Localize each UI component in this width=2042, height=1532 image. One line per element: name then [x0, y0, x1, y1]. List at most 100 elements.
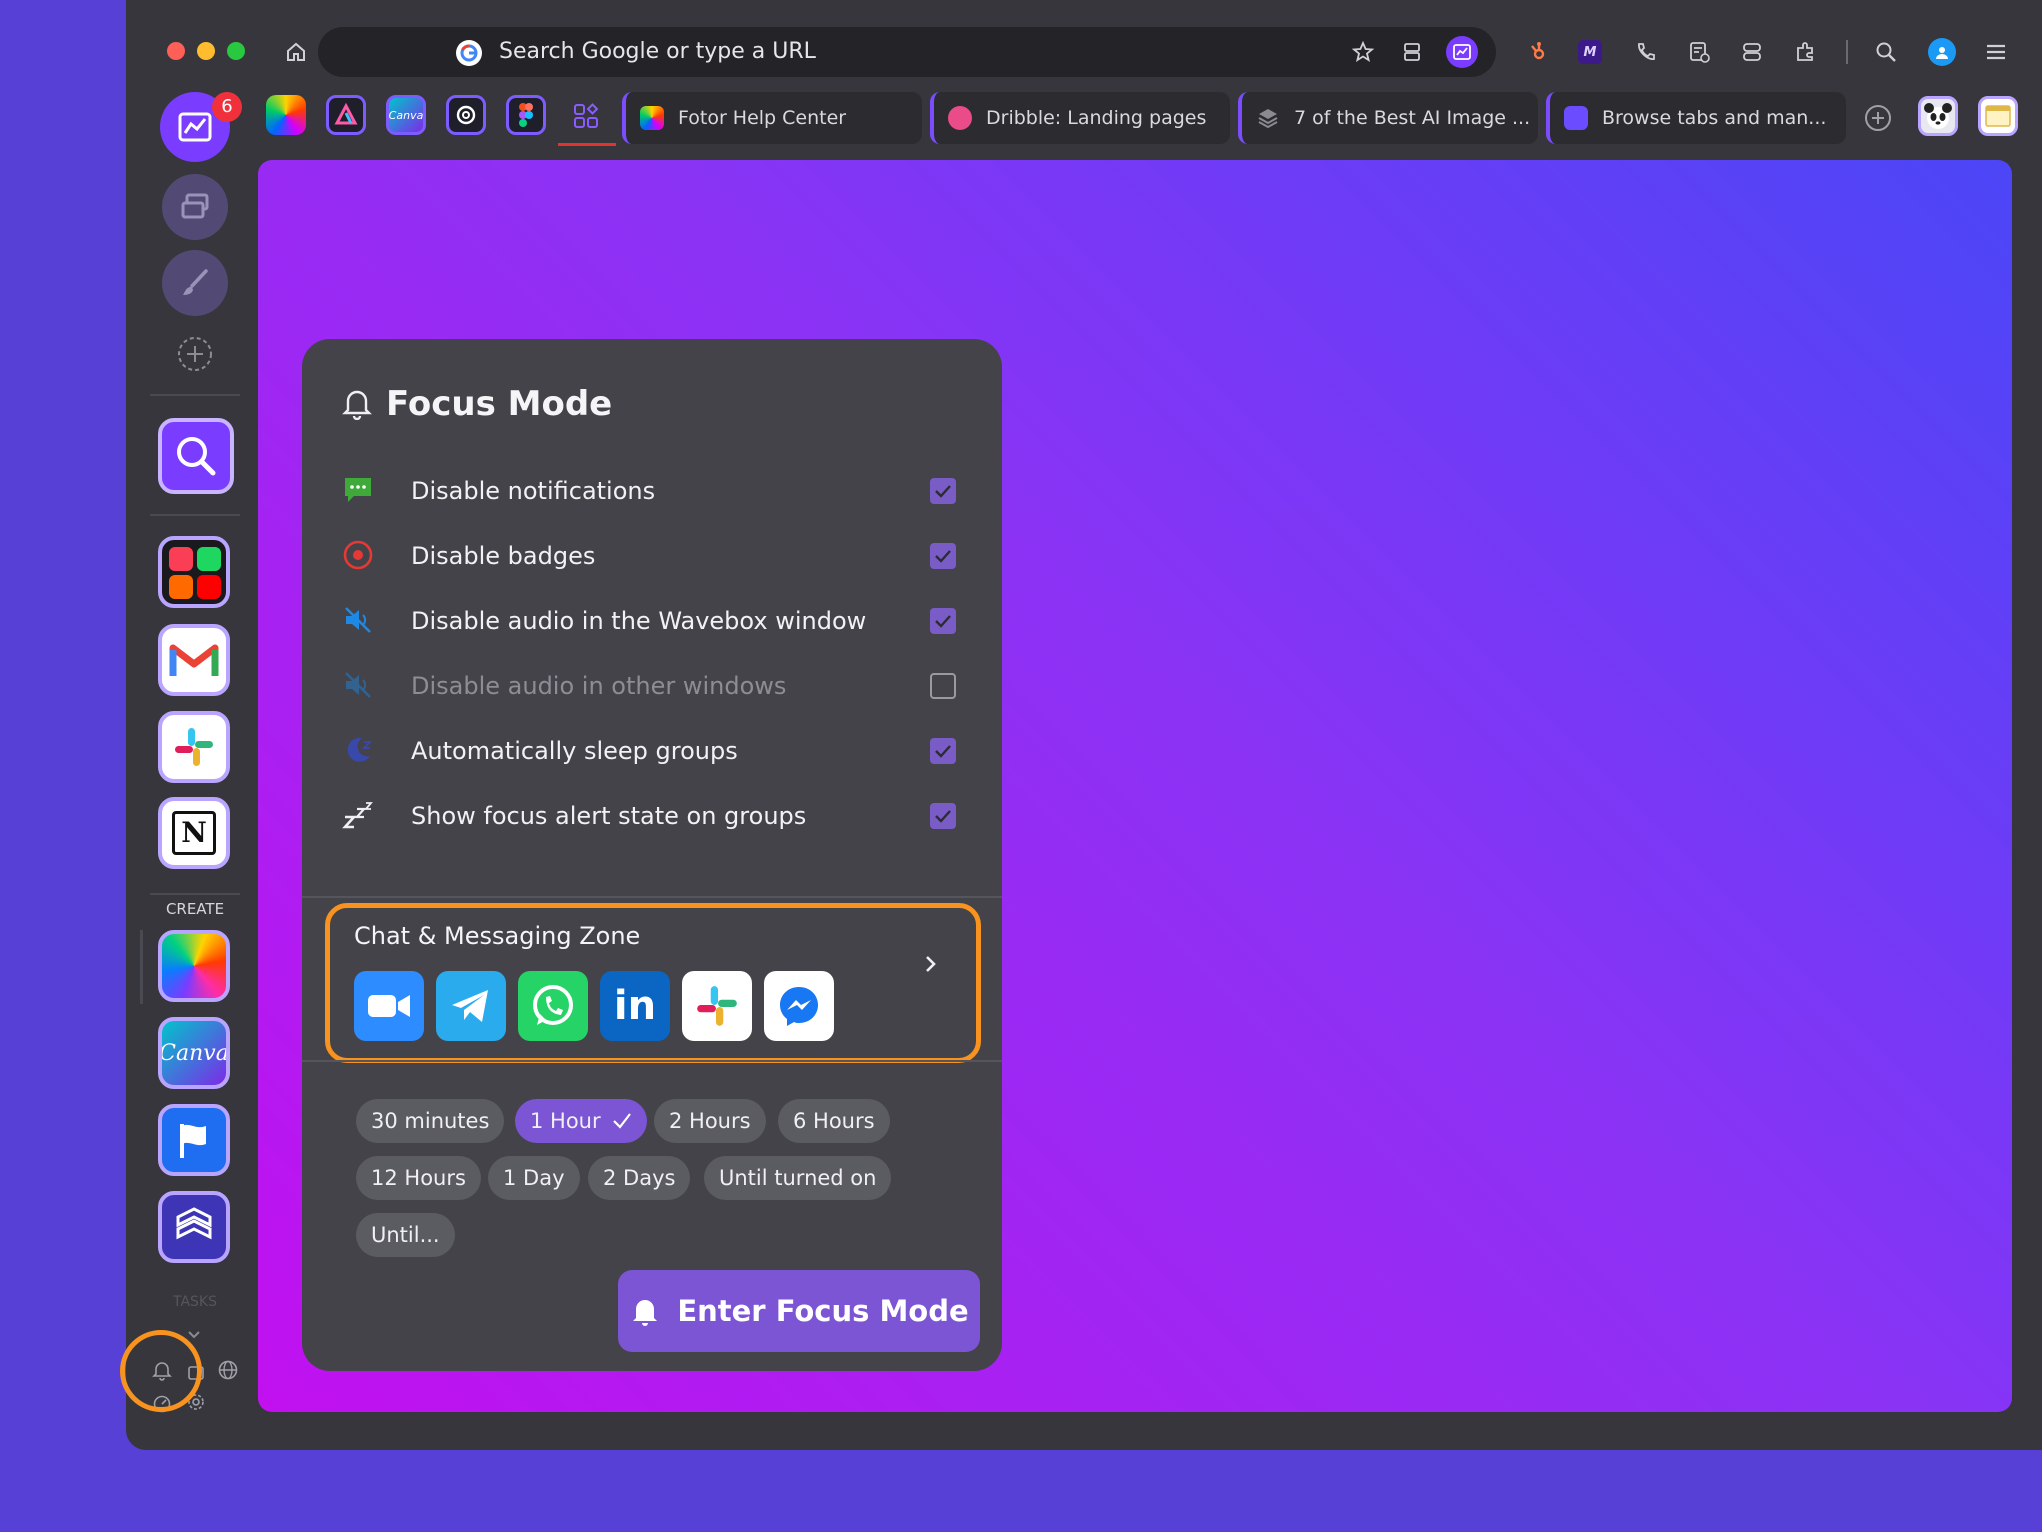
duration-chip-1-hour[interactable]: 1 Hour — [515, 1099, 647, 1143]
selected-check-icon — [612, 1113, 631, 1129]
menu-icon[interactable] — [1982, 38, 2010, 66]
option-checkbox-disable-badges[interactable] — [930, 543, 956, 569]
slack-app-icon[interactable] — [158, 711, 230, 783]
active-app-indicator — [140, 930, 143, 1004]
search-icon[interactable] — [1872, 38, 1900, 66]
tasks-section-label: TASKS — [173, 1294, 217, 1310]
duration-chip-6-hours[interactable]: 6 Hours — [778, 1099, 890, 1143]
notes-add-icon[interactable] — [1685, 38, 1713, 66]
duration-chip-2-days[interactable]: 2 Days — [588, 1156, 691, 1200]
option-label: Show focus alert state on groups — [411, 802, 807, 830]
address-bar[interactable] — [318, 27, 1496, 77]
duration-chip-1-day[interactable]: 1 Day — [488, 1156, 580, 1200]
sidebar-divider — [150, 514, 240, 516]
flag-app-icon[interactable] — [158, 1104, 230, 1176]
phone-icon[interactable] — [1632, 38, 1660, 66]
notification-badge: 6 — [212, 92, 242, 122]
globe-icon[interactable] — [216, 1358, 240, 1382]
minimize-window-button[interactable] — [197, 42, 215, 60]
tab-title: Dribble: Landing pages — [986, 107, 1207, 129]
storage-icon[interactable] — [1738, 38, 1766, 66]
address-bar-placeholder[interactable]: Search Google or type a URL — [499, 38, 816, 66]
bell-icon — [633, 1300, 658, 1326]
extension-m-icon[interactable]: M — [1576, 38, 1604, 66]
toolbar-separator — [1846, 40, 1848, 64]
panda-app-icon[interactable] — [1918, 96, 1958, 136]
media-apps-group[interactable] — [158, 536, 230, 608]
duration-chip-30-minutes[interactable]: 30 minutes — [356, 1099, 505, 1143]
wavebox-extension-icon[interactable] — [1446, 36, 1478, 68]
panel-divider — [302, 896, 1002, 898]
option-checkbox-sleep-groups[interactable] — [930, 738, 956, 764]
tab-browse-tabs[interactable]: Browse tabs and man... — [1546, 92, 1846, 144]
option-label: Disable notifications — [411, 477, 656, 505]
bookmark-star-icon[interactable] — [1349, 38, 1377, 66]
linkedin-app-icon[interactable]: in — [600, 971, 670, 1041]
badge-target-icon — [342, 539, 374, 571]
home-icon[interactable] — [280, 36, 312, 68]
zzz-icon — [342, 799, 374, 831]
pinned-canva-tab[interactable]: Canva — [386, 95, 426, 135]
option-checkbox-disable-audio-wavebox[interactable] — [930, 608, 956, 634]
pinned-affinity-tab[interactable] — [326, 95, 366, 135]
shortcut-app-icon[interactable] — [158, 1191, 230, 1263]
option-checkbox-focus-alert-state[interactable] — [930, 803, 956, 829]
paintbrush-button[interactable] — [162, 250, 228, 316]
panel-divider — [302, 1060, 1002, 1062]
pinned-fotor-tab[interactable] — [266, 95, 306, 135]
pinned-figma-tab[interactable] — [506, 95, 546, 135]
reading-list-icon[interactable] — [1398, 38, 1426, 66]
fotor-favicon-icon — [640, 106, 664, 130]
zone-chevron-right-icon[interactable] — [919, 952, 941, 976]
tab-best-ai-image[interactable]: 7 of the Best AI Image ... — [1238, 92, 1538, 144]
enter-focus-mode-label: Enter Focus Mode — [677, 1294, 969, 1328]
option-label: Disable badges — [411, 542, 596, 570]
tab-title: Browse tabs and man... — [1602, 107, 1827, 129]
profile-avatar-icon[interactable] — [1928, 38, 1956, 66]
close-window-button[interactable] — [167, 42, 185, 60]
layers-favicon-icon — [1256, 106, 1280, 130]
bell-highlight-ring — [120, 1330, 202, 1412]
option-label: Disable audio in other windows — [411, 672, 787, 700]
fotor-app-icon[interactable] — [158, 930, 230, 1002]
google-icon — [456, 40, 482, 66]
tab-dribbble-landing-pages[interactable]: Dribble: Landing pages — [930, 92, 1230, 144]
new-tab-icon[interactable] — [1864, 104, 1892, 132]
enter-focus-mode-button[interactable]: Enter Focus Mode — [618, 1270, 980, 1352]
duration-chip-2-hours[interactable]: 2 Hours — [654, 1099, 766, 1143]
telegram-app-icon[interactable] — [436, 971, 506, 1041]
add-group-icon[interactable] — [177, 336, 213, 372]
moon-icon — [342, 734, 374, 766]
tab-group-underline — [558, 143, 616, 146]
tab-group-icon[interactable] — [572, 102, 600, 130]
tab-title: Fotor Help Center — [678, 107, 847, 129]
dribbble-favicon-icon — [948, 106, 972, 130]
focus-bell-title-icon — [340, 386, 374, 421]
mute-dim-icon — [342, 669, 374, 701]
slack-zone-app-icon[interactable] — [682, 971, 752, 1041]
canva-app-icon[interactable]: Canva — [158, 1017, 230, 1089]
sidebar-search-button[interactable] — [158, 418, 234, 494]
zoom-app-icon[interactable] — [354, 971, 424, 1041]
extensions-puzzle-icon[interactable] — [1792, 38, 1820, 66]
whatsapp-app-icon[interactable] — [518, 971, 588, 1041]
pinned-chatgpt-tab[interactable] — [446, 95, 486, 135]
option-label: Automatically sleep groups — [411, 737, 738, 765]
gmail-app-icon[interactable] — [158, 624, 230, 696]
tab-fotor-help-center[interactable]: Fotor Help Center — [622, 92, 922, 144]
messenger-app-icon[interactable] — [764, 971, 834, 1041]
notion-app-icon[interactable]: N — [158, 797, 230, 869]
option-checkbox-disable-notifications[interactable] — [930, 478, 956, 504]
duration-chip-12-hours[interactable]: 12 Hours — [356, 1156, 481, 1200]
mute-icon — [342, 604, 374, 636]
chevron-down-icon[interactable] — [186, 1326, 202, 1339]
duration-chip-label: 1 Hour — [530, 1109, 601, 1133]
workspace-cards-button[interactable] — [162, 174, 228, 240]
duration-chip-until[interactable]: Until... — [356, 1213, 455, 1257]
maximize-window-button[interactable] — [227, 42, 245, 60]
option-checkbox-disable-audio-other[interactable] — [930, 673, 956, 699]
notes-app-icon[interactable] — [1978, 96, 2018, 136]
duration-chip-until-turned-on[interactable]: Until turned on — [704, 1156, 892, 1200]
hubspot-icon[interactable] — [1522, 38, 1550, 66]
sidebar-divider — [150, 893, 240, 895]
